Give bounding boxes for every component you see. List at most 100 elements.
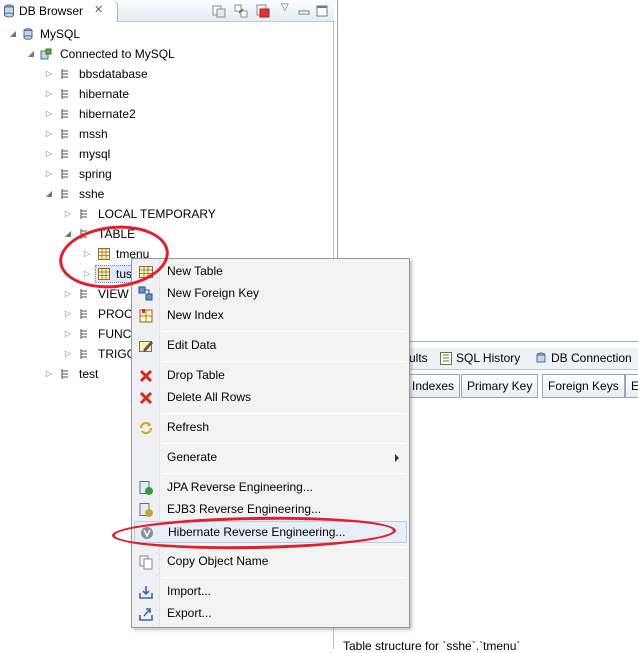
table-structure-label: Table structure for `sshe`.`tmenu` (343, 639, 521, 653)
view-header: DB Browser ✕ ▽ (0, 0, 334, 22)
expanded-arrow-icon[interactable]: ◢ (8, 24, 18, 44)
export-icon (139, 608, 153, 621)
collapsed-arrow-icon[interactable]: ▷ (82, 244, 92, 264)
schema-icon (61, 189, 68, 199)
tree-node-label: LOCAL TEMPORARY (98, 207, 216, 221)
menu-item-refresh[interactable]: Refresh (134, 417, 407, 439)
menu-item-new-index[interactable]: New Index (134, 305, 407, 327)
menu-item-label: EJB3 Reverse Engineering... (167, 502, 322, 516)
view-menu-icon[interactable]: ▽ (281, 2, 289, 13)
tree-node-schema[interactable]: ▷ bbsdatabase (0, 64, 330, 84)
tab-primary-key[interactable]: Primary Key (461, 374, 539, 398)
folder-node-icon (80, 289, 87, 299)
menu-item-label: New Table (167, 264, 223, 278)
tree-node-label: mssh (79, 127, 108, 141)
tree-node-folder[interactable]: ▷ LOCAL TEMPORARY (0, 204, 330, 224)
tree-node-label: bbsdatabase (79, 67, 148, 81)
menu-item-label: Delete All Rows (167, 390, 252, 404)
tree-node-label: mysql (79, 147, 111, 161)
tree-node-label: tus (116, 267, 133, 281)
tree-node-schema[interactable]: ▷ hibernate2 (0, 104, 330, 124)
database-icon (4, 4, 14, 18)
schema-icon (61, 369, 68, 379)
folder-node-icon (80, 309, 87, 319)
new-connection-icon[interactable] (255, 3, 271, 19)
tree-node-schema[interactable]: ▷ mssh (0, 124, 330, 144)
menu-item-export[interactable]: Export... (134, 603, 407, 625)
tree-node-schema[interactable]: ▷ mysql (0, 144, 330, 164)
menu-item-new-foreign-key[interactable]: New Foreign Key (134, 283, 407, 305)
menu-item-import[interactable]: Import... (134, 581, 407, 603)
collapsed-arrow-icon[interactable]: ▷ (44, 144, 54, 164)
folder-node-icon (80, 329, 87, 339)
collapse-all-icon[interactable] (211, 3, 227, 19)
menu-item-generate[interactable]: Generate (134, 447, 407, 469)
menu-item-jpa-reverse-engineering[interactable]: JPA Reverse Engineering... (134, 477, 407, 499)
menu-item-edit-data[interactable]: Edit Data (134, 335, 407, 357)
collapsed-arrow-icon[interactable]: ▷ (44, 64, 54, 84)
tree-node-schema[interactable]: ▷ spring (0, 164, 330, 184)
collapsed-arrow-icon[interactable]: ▷ (63, 304, 73, 324)
tab-indexes[interactable]: Indexes (406, 374, 461, 398)
menu-item-new-table[interactable]: New Table (134, 261, 407, 283)
tree-node-label: test (79, 367, 99, 381)
tab-more[interactable]: E (625, 374, 638, 398)
tree-node-connection[interactable]: ◢ Connected to MySQL (0, 44, 330, 64)
collapsed-arrow-icon[interactable]: ▷ (63, 284, 73, 304)
tree-node-label: Connected to MySQL (60, 47, 175, 61)
table-icon (98, 268, 110, 280)
folder-node-icon (80, 229, 87, 239)
tab-sql-history[interactable]: SQL History (456, 351, 520, 365)
menu-item-ejb3-reverse-engineering[interactable]: EJB3 Reverse Engineering... (134, 499, 407, 521)
context-menu: New Table New Foreign Key New Index Edit… (131, 258, 410, 628)
hibernate-icon (141, 527, 153, 539)
tree-node-schema[interactable]: ▷ hibernate (0, 84, 330, 104)
link-editor-icon[interactable] (233, 3, 249, 19)
menu-item-label: Export... (167, 606, 212, 620)
expanded-arrow-icon[interactable]: ◢ (44, 184, 54, 204)
tree-node-schema-sshe[interactable]: ◢ sshe (0, 184, 330, 204)
maximize-icon[interactable] (314, 3, 330, 19)
menu-separator (162, 547, 406, 548)
folder-node-icon (80, 209, 87, 219)
collapsed-arrow-icon[interactable]: ▷ (44, 164, 54, 184)
tree-node-mysql[interactable]: ◢ MySQL (0, 24, 330, 44)
tree-node-label: spring (79, 167, 112, 181)
collapsed-arrow-icon[interactable]: ▷ (44, 84, 54, 104)
tab-results[interactable]: ults (409, 351, 428, 365)
minimize-icon[interactable] (296, 3, 312, 19)
tree-node-label: VIEW (98, 287, 129, 301)
tree-node-folder-table[interactable]: ◢ TABLE (0, 224, 330, 244)
menu-item-label: Copy Object Name (167, 554, 269, 568)
menu-item-label: New Index (167, 308, 224, 322)
collapsed-arrow-icon[interactable]: ▷ (44, 124, 54, 144)
expanded-arrow-icon[interactable]: ◢ (26, 44, 36, 64)
collapsed-arrow-icon[interactable]: ▷ (82, 264, 92, 284)
collapsed-arrow-icon[interactable]: ▷ (44, 104, 54, 124)
schema-icon (61, 149, 68, 159)
menu-item-hibernate-reverse-engineering[interactable]: Hibernate Reverse Engineering... (134, 521, 407, 543)
collapsed-arrow-icon[interactable]: ▷ (44, 364, 54, 384)
tree-node-label: MySQL (40, 27, 81, 41)
close-icon[interactable]: ✕ (94, 3, 103, 16)
view-title: DB Browser (19, 4, 84, 18)
schema-icon (61, 109, 68, 119)
menu-item-label: Drop Table (167, 368, 225, 382)
tab-foreign-keys[interactable]: Foreign Keys (542, 374, 625, 398)
collapsed-arrow-icon[interactable]: ▷ (63, 204, 73, 224)
menu-item-delete-all-rows[interactable]: Delete All Rows (134, 387, 407, 409)
jpa-icon (139, 481, 153, 495)
menu-item-copy-object-name[interactable]: Copy Object Name (134, 551, 407, 573)
expanded-arrow-icon[interactable]: ◢ (63, 224, 73, 244)
collapsed-arrow-icon[interactable]: ▷ (63, 324, 73, 344)
menu-item-drop-table[interactable]: Drop Table (134, 365, 407, 387)
db-browser-tab[interactable]: DB Browser ✕ (0, 0, 118, 22)
menu-separator (162, 331, 406, 332)
menu-item-label: Refresh (167, 420, 210, 434)
collapsed-arrow-icon[interactable]: ▷ (63, 344, 73, 364)
schema-icon (61, 169, 68, 179)
index-icon (139, 309, 153, 323)
menu-separator (162, 577, 406, 578)
foreign-key-icon (138, 286, 153, 301)
tab-db-connection[interactable]: DB Connection (551, 351, 632, 365)
